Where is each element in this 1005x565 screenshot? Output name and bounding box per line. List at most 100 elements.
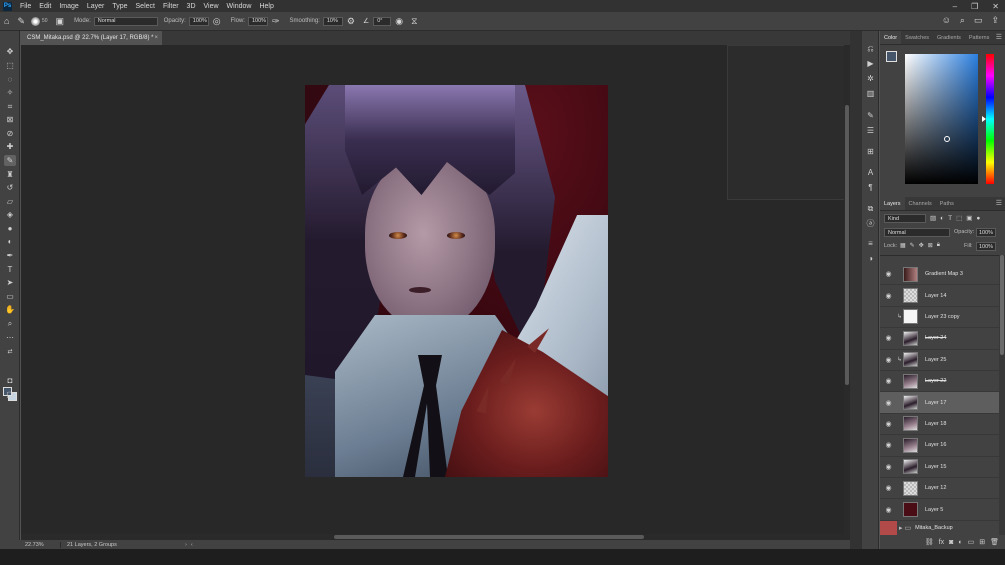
layer-thumbnail[interactable]	[903, 502, 918, 518]
layer-name[interactable]: Layer 18	[925, 421, 946, 427]
opacity-field[interactable]: 100%	[188, 16, 209, 26]
new-layer-icon[interactable]: ⊞	[979, 538, 985, 546]
hue-slider[interactable]	[986, 54, 994, 184]
layer-thumbnail[interactable]	[903, 480, 918, 496]
healing-brush-tool-icon[interactable]: ✚	[4, 141, 16, 152]
scroll-left-arrow[interactable]: ‹	[191, 542, 193, 548]
layer-row[interactable]: ◉ Gradient Map 3	[880, 264, 999, 286]
brush-settings-panel-icon[interactable]: ✎	[865, 110, 876, 121]
brush-preset-picker[interactable]	[30, 16, 40, 26]
adjustments-panel-icon[interactable]: ✲	[865, 73, 876, 84]
search-user-icon[interactable]: ☺	[942, 15, 951, 26]
layer-thumbnail[interactable]	[903, 352, 918, 368]
layer-name[interactable]: Layer 23 copy	[925, 314, 960, 320]
layer-filter-kind-select[interactable]: Kind	[884, 213, 926, 223]
tab-color[interactable]: Color	[880, 31, 902, 44]
layer-name[interactable]: Layer 24	[925, 335, 946, 341]
layers-scroll-thumb[interactable]	[1000, 255, 1004, 355]
smoothing-field[interactable]: 10%	[322, 16, 343, 26]
visibility-eye-icon[interactable]: ◉	[880, 441, 897, 449]
pixel-filter-icon[interactable]: ▨	[930, 214, 936, 222]
smart-object-filter-icon[interactable]: ▣	[966, 214, 972, 222]
horizontal-scroll-thumb[interactable]	[334, 535, 644, 539]
character-panel-icon[interactable]: A	[865, 167, 876, 178]
foreground-color-swatch[interactable]	[886, 51, 897, 62]
flow-field[interactable]: 100%	[247, 16, 268, 26]
hand-tool-icon[interactable]: ✋	[4, 304, 16, 315]
layer-name[interactable]: Gradient Map 3	[925, 271, 963, 277]
link-layers-icon[interactable]: ⛓	[925, 538, 934, 546]
layer-thumbnail[interactable]	[903, 373, 918, 389]
layer-group-row[interactable]: ▸ ▭ Mitaka_Backup	[880, 521, 999, 535]
layer-row[interactable]: ◉ Layer 22	[880, 371, 999, 393]
zoom-level[interactable]: 22.73%	[21, 541, 61, 548]
layer-thumbnail[interactable]	[903, 395, 918, 411]
path-selection-tool-icon[interactable]: ➤	[4, 277, 16, 288]
lock-all-icon[interactable]: 🔒︎	[937, 242, 940, 249]
lock-transparent-icon[interactable]: ▦	[900, 242, 906, 249]
tab-swatches[interactable]: Swatches	[901, 31, 933, 44]
layer-thumbnail[interactable]	[903, 459, 918, 475]
pen-tool-icon[interactable]: ✒	[4, 250, 16, 261]
search-icon[interactable]: ⌕	[960, 15, 965, 26]
brush-tool-icon[interactable]: ✎	[4, 155, 16, 166]
pressure-opacity-icon[interactable]: ◎	[213, 16, 221, 27]
clone-stamp-tool-icon[interactable]: ♜	[4, 169, 16, 180]
new-group-icon[interactable]: ▭	[968, 538, 975, 546]
brushes-panel-icon[interactable]: ▥	[865, 88, 876, 99]
smoothing-settings-icon[interactable]: ⚙	[347, 16, 355, 27]
tab-channels[interactable]: Channels	[905, 197, 936, 210]
marquee-tool-icon[interactable]: ⬚	[4, 60, 16, 71]
magic-wand-tool-icon[interactable]: ✧	[4, 87, 16, 98]
move-tool-icon[interactable]: ✥	[4, 46, 16, 57]
layer-thumbnail[interactable]	[903, 437, 918, 453]
menu-type[interactable]: Type	[108, 3, 131, 10]
symmetry-icon[interactable]: ⧖	[411, 16, 417, 27]
group-visibility-cell[interactable]	[880, 521, 897, 535]
eraser-tool-icon[interactable]: ▱	[4, 196, 16, 207]
visibility-eye-icon[interactable]: ◉	[880, 506, 897, 514]
adjustment-layer-icon[interactable]: ◐	[958, 539, 962, 546]
visibility-eye-icon[interactable]: ◉	[880, 377, 897, 385]
layer-name[interactable]: Layer 17	[925, 400, 946, 406]
color-picker-cursor[interactable]	[944, 136, 950, 142]
visibility-eye-icon[interactable]: ◉	[880, 484, 897, 492]
layer-row[interactable]: ◉ Layer 12	[880, 478, 999, 500]
brush-settings-icon[interactable]: ▣	[56, 16, 65, 27]
blur-tool-icon[interactable]: ●	[4, 223, 16, 234]
document-tab[interactable]: CSM_Mitaka.psd @ 22.7% (Layer 17, RGB/8)…	[22, 31, 162, 45]
layer-name[interactable]: Layer 12	[925, 485, 946, 491]
menu-3d[interactable]: 3D	[183, 3, 200, 10]
lock-image-icon[interactable]: ✎	[910, 242, 915, 249]
properties-panel-icon[interactable]: ☰	[865, 125, 876, 136]
canvas-workspace[interactable]	[21, 45, 852, 540]
layer-row[interactable]: ◉ Layer 16	[880, 435, 999, 457]
status-menu-arrow[interactable]: ›	[185, 542, 187, 548]
layer-name[interactable]: Layer 15	[925, 464, 946, 470]
tab-layers[interactable]: Layers	[880, 197, 905, 210]
home-icon[interactable]: ⌂	[4, 16, 9, 26]
more-tools-icon[interactable]: ⋯	[4, 332, 16, 343]
rectangle-tool-icon[interactable]: ▭	[4, 291, 16, 302]
history-brush-tool-icon[interactable]: ↺	[4, 182, 16, 193]
layer-name[interactable]: Layer 14	[925, 293, 946, 299]
menu-select[interactable]: Select	[132, 3, 159, 10]
filter-toggle-icon[interactable]: ●	[976, 215, 980, 222]
quick-mask-icon[interactable]: ◘	[4, 375, 16, 386]
visibility-eye-icon[interactable]: ◉	[880, 292, 897, 300]
zoom-tool-icon[interactable]: ⌕	[4, 318, 16, 329]
visibility-eye-icon[interactable]: ◉	[880, 270, 897, 278]
layer-name[interactable]: Layer 5	[925, 507, 943, 513]
glyphs-panel-icon[interactable]: ⓐ	[865, 218, 876, 229]
airbrush-icon[interactable]: ✑	[272, 16, 280, 27]
actions-panel-icon[interactable]: ▶	[865, 58, 876, 69]
group-name[interactable]: Mitaka_Backup	[915, 525, 953, 531]
saturation-value-field[interactable]	[905, 54, 978, 184]
artwork-canvas[interactable]	[305, 85, 608, 477]
menu-image[interactable]: Image	[55, 3, 82, 10]
menu-file[interactable]: File	[16, 3, 35, 10]
type-filter-icon[interactable]: T	[948, 215, 952, 222]
layer-row[interactable]: ◉ Layer 15	[880, 457, 999, 478]
fill-field[interactable]: 100%	[976, 242, 996, 251]
pressure-size-icon[interactable]: ◉	[395, 16, 403, 27]
